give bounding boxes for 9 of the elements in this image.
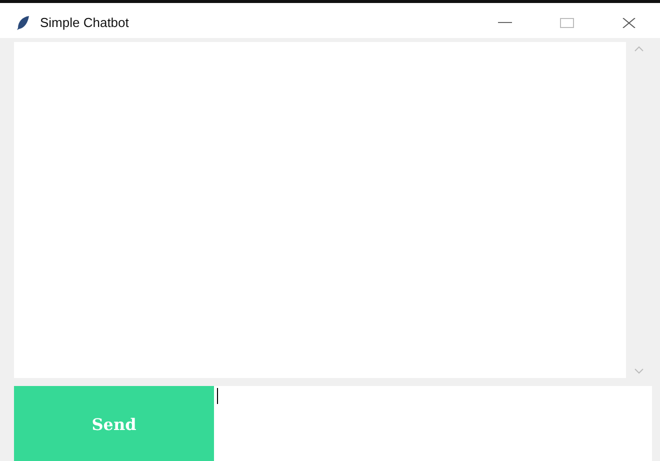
feather-icon [16, 15, 30, 31]
scroll-down-icon[interactable] [634, 368, 644, 374]
send-button[interactable]: Send [14, 386, 214, 461]
close-icon [622, 18, 636, 28]
message-input[interactable] [214, 386, 652, 461]
scroll-up-icon[interactable] [634, 46, 644, 52]
minimize-icon [498, 22, 512, 24]
maximize-icon [560, 18, 574, 28]
window-title: Simple Chatbot [40, 14, 129, 32]
